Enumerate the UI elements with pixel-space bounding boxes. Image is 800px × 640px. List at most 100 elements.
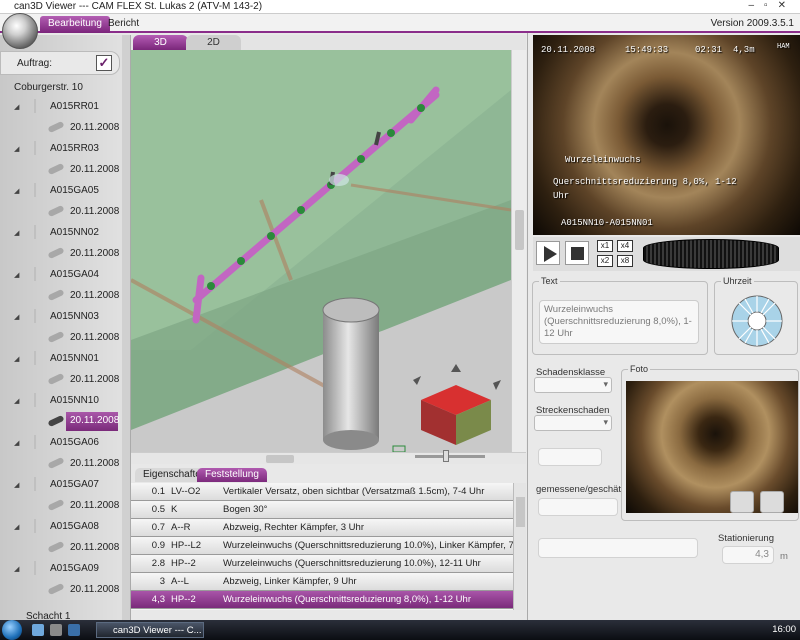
window-controls[interactable]: –▫✕ <box>749 0 797 11</box>
expand-triangle-icon[interactable]: ◢ <box>14 481 19 489</box>
speed-x2-button[interactable]: x2 <box>597 255 613 267</box>
scroll-thumb[interactable] <box>516 497 525 527</box>
inspection-date-label: 20.11.2008 <box>70 458 120 469</box>
tree-node[interactable]: ◢ A015NN01 <box>0 349 122 370</box>
tree-inspection-item[interactable]: 20.11.2008 <box>0 496 122 517</box>
tree-inspection-item[interactable]: 20.11.2008 <box>0 202 122 223</box>
manhole-bottom <box>323 430 379 450</box>
speed-x8-button[interactable]: x8 <box>617 255 633 267</box>
measured-field[interactable] <box>538 498 618 516</box>
section-line-icon <box>34 225 44 239</box>
sewer-pipe[interactable] <box>192 274 205 324</box>
inspection-date-label: 20.11.2008 <box>70 206 120 217</box>
expand-triangle-icon[interactable]: ◢ <box>14 565 19 573</box>
scroll-thumb[interactable] <box>515 210 524 250</box>
empty-field[interactable] <box>538 448 602 466</box>
application-orb-button[interactable] <box>2 13 38 49</box>
auftrag-row: Auftrag: ✓ <box>0 51 120 75</box>
table-row[interactable]: 3 A--L Abzweig, Linker Kämpfer, 9 Uhr <box>131 573 513 591</box>
play-button[interactable] <box>536 241 560 265</box>
speed-x1-button[interactable]: x1 <box>597 240 613 252</box>
expand-triangle-icon[interactable]: ◢ <box>14 271 19 279</box>
zoom-slider[interactable] <box>415 450 485 462</box>
tree-node[interactable]: ◢ A015GA05 <box>0 181 122 202</box>
manhole-shaft[interactable] <box>323 310 379 440</box>
tree-inspection-item[interactable]: 20.11.2008 <box>0 244 122 265</box>
expand-triangle-icon[interactable]: ◢ <box>14 145 19 153</box>
section-damage-select[interactable] <box>534 415 612 431</box>
table-row[interactable]: 0.1 LV--O2 Vertikaler Versatz, oben sichtb… <box>131 483 513 501</box>
zoom-slider-knob[interactable] <box>443 450 449 462</box>
tree-node[interactable]: ◢ A015RR01 <box>0 97 122 118</box>
camera-pipe-icon <box>47 120 65 134</box>
viewport-vertical-scrollbar[interactable] <box>511 50 526 452</box>
camera-pipe-icon <box>47 204 65 218</box>
clock-position-icon[interactable] <box>716 292 798 348</box>
tree-inspection-item[interactable]: 20.11.2008 <box>0 454 122 475</box>
video-frame[interactable]: 20.11.2008 15:49:33 02:31 4,3m HAM Wurze… <box>533 35 800 235</box>
tab-bericht[interactable]: Bericht <box>100 16 147 33</box>
tree-item-schacht[interactable]: Schacht 1 <box>26 611 70 620</box>
inspection-date-label: 20.11.2008 <box>66 412 119 431</box>
expand-triangle-icon[interactable]: ◢ <box>14 229 19 237</box>
section-line-icon <box>34 435 44 449</box>
inspection-date-label: 20.11.2008 <box>70 374 120 385</box>
tree-node[interactable]: ◢ A015GA06 <box>0 433 122 454</box>
table-row[interactable]: 4,3 HP--2 Wurzeleinwuchs (Querschnittsredu… <box>131 591 513 609</box>
damage-class-select[interactable] <box>534 377 612 393</box>
taskbar-button-can3d[interactable]: can3D Viewer --- C... <box>96 622 204 638</box>
remark-field[interactable] <box>538 538 698 558</box>
tree-inspection-item[interactable]: 20.11.2008 <box>0 286 122 307</box>
quicklaunch-browser-icon[interactable] <box>32 624 44 636</box>
table-row[interactable]: 0.5 K Bogen 30° <box>131 501 513 519</box>
photo-delete-icon[interactable] <box>760 491 784 513</box>
stationing-field[interactable]: 4,3 <box>722 546 774 564</box>
tree-inspection-item[interactable]: 20.11.2008 <box>0 118 122 139</box>
quicklaunch-ie-icon[interactable] <box>68 624 80 636</box>
tree-inspection-item[interactable]: 20.11.2008 <box>0 328 122 349</box>
tab-2d[interactable]: 2D <box>186 35 241 50</box>
finding-text-field[interactable]: Wurzeleinwuchs (Querschnittsreduzierung … <box>539 300 699 344</box>
expand-triangle-icon[interactable]: ◢ <box>14 523 19 531</box>
expand-triangle-icon[interactable]: ◢ <box>14 355 19 363</box>
speed-x4-button[interactable]: x4 <box>617 240 633 252</box>
row-position: 4,3 <box>151 594 165 605</box>
table-row[interactable]: 2.8 HP--2 Wurzeleinwuchs (Querschnittsredu… <box>131 555 513 573</box>
findings-scrollbar[interactable] <box>513 483 526 610</box>
auftrag-checkbox[interactable]: ✓ <box>96 55 112 71</box>
viewport-horizontal-scrollbar[interactable] <box>131 452 526 464</box>
quicklaunch-desktop-icon[interactable] <box>50 624 62 636</box>
tab-feststellung[interactable]: Feststellung <box>197 468 267 482</box>
view-tab-strip: 3D 2D <box>131 35 526 50</box>
pipe-joint <box>417 104 425 112</box>
jog-wheel[interactable] <box>643 239 779 269</box>
tree-inspection-item[interactable]: 20.11.2008 <box>0 538 122 559</box>
tree-node[interactable]: ◢ A015GA07 <box>0 475 122 496</box>
tree-node[interactable]: ◢ A015GA04 <box>0 265 122 286</box>
tree-node[interactable]: ◢ A015NN10 <box>0 391 122 412</box>
table-row[interactable]: 0.7 A--R Abzweig, Rechter Kämpfer, 3 Uhr <box>131 519 513 537</box>
tree-inspection-item[interactable]: 20.11.2008 <box>0 370 122 391</box>
photo-save-icon[interactable] <box>730 491 754 513</box>
tree-inspection-item[interactable]: 20.11.2008 <box>0 580 122 601</box>
scroll-thumb[interactable] <box>266 455 294 463</box>
tree-scrollbar[interactable] <box>122 35 130 620</box>
tree-node[interactable]: ◢ A015NN03 <box>0 307 122 328</box>
tree-inspection-item[interactable]: 20.11.2008 <box>0 412 122 433</box>
start-button[interactable] <box>2 620 22 640</box>
tree-node[interactable]: ◢ A015RR03 <box>0 139 122 160</box>
camera-position-marker[interactable] <box>329 174 349 186</box>
tree-inspection-item[interactable]: 20.11.2008 <box>0 160 122 181</box>
stop-button[interactable] <box>565 241 589 265</box>
tab-3d[interactable]: 3D <box>133 35 188 50</box>
table-row[interactable]: 0.9 HP--L2 Wurzeleinwuchs (Querschnittsred… <box>131 537 513 555</box>
expand-triangle-icon[interactable]: ◢ <box>14 313 19 321</box>
tree-node[interactable]: ◢ A015GA08 <box>0 517 122 538</box>
expand-triangle-icon[interactable]: ◢ <box>14 397 19 405</box>
expand-triangle-icon[interactable]: ◢ <box>14 103 19 111</box>
expand-triangle-icon[interactable]: ◢ <box>14 187 19 195</box>
tree-node[interactable]: ◢ A015GA09 <box>0 559 122 580</box>
3d-viewport[interactable] <box>131 50 511 452</box>
expand-triangle-icon[interactable]: ◢ <box>14 439 19 447</box>
tree-node[interactable]: ◢ A015NN02 <box>0 223 122 244</box>
